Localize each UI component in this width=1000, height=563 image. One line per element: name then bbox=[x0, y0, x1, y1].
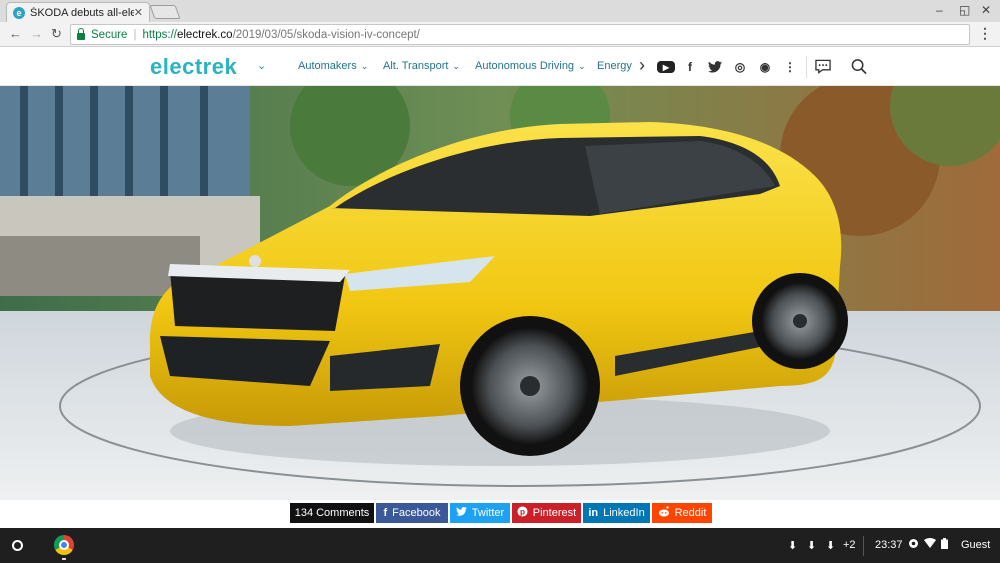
secure-label: Secure bbox=[91, 28, 128, 41]
comments-count-button[interactable]: 134 Comments bbox=[290, 503, 374, 523]
site-header: electrek ⌄ Automakers ⌄ Alt. Transport ⌄ A… bbox=[0, 48, 1000, 86]
share-twitter-label: Twitter bbox=[471, 507, 505, 519]
nav-item-autonomous-driving[interactable]: Autonomous Driving ⌄ bbox=[475, 60, 586, 72]
comments-count-label: 134 Comments bbox=[294, 507, 370, 519]
share-linkedin-label: LinkedIn bbox=[603, 507, 645, 519]
nav-item-label: Alt. Transport bbox=[383, 60, 449, 72]
reddit-icon bbox=[658, 506, 670, 520]
more-options-icon[interactable]: ⋮ bbox=[782, 59, 798, 75]
url-path: /2019/03/05/skoda-vision-iv-concept/ bbox=[232, 28, 420, 41]
wifi-icon[interactable] bbox=[924, 538, 936, 551]
podcast-icon[interactable]: ◉ bbox=[757, 59, 773, 75]
user-name[interactable]: Guest bbox=[961, 539, 990, 551]
share-reddit-button[interactable]: Reddit bbox=[652, 503, 712, 523]
chevron-down-icon: ⌄ bbox=[360, 61, 369, 71]
instagram-icon[interactable]: ◎ bbox=[732, 59, 748, 75]
address-bar[interactable]: Secure | https:// electrek.co /2019/03/0… bbox=[70, 24, 970, 45]
comments-icon[interactable] bbox=[815, 58, 831, 74]
share-facebook-button[interactable]: f Facebook bbox=[376, 503, 448, 523]
svg-text:p: p bbox=[520, 508, 525, 517]
battery-icon[interactable] bbox=[941, 538, 948, 552]
share-facebook-label: Facebook bbox=[392, 507, 441, 519]
electrek-logo[interactable]: electrek bbox=[150, 54, 237, 80]
new-tab-button[interactable] bbox=[149, 5, 181, 19]
share-pinterest-button[interactable]: p Pinterest bbox=[512, 503, 581, 523]
download-icon[interactable]: ⬇ bbox=[807, 539, 816, 552]
pinterest-icon: p bbox=[517, 506, 528, 520]
facebook-icon: f bbox=[383, 507, 388, 519]
tab-strip: e ŠKODA debuts all-electric ✕ – ◱ ✕ bbox=[0, 0, 1000, 22]
running-indicator bbox=[62, 558, 66, 560]
chevron-down-icon: ⌄ bbox=[452, 61, 460, 71]
chrome-app-icon[interactable] bbox=[54, 535, 74, 555]
twitter-icon[interactable] bbox=[707, 59, 723, 75]
tab-title: ŠKODA debuts all-electric bbox=[30, 6, 134, 19]
browser-tab[interactable]: e ŠKODA debuts all-electric ✕ bbox=[6, 2, 150, 22]
nav-item-label: Autonomous Driving bbox=[475, 60, 575, 72]
url-scheme: https:// bbox=[142, 28, 177, 41]
share-reddit-label: Reddit bbox=[674, 507, 707, 519]
os-shelf: ⬇ ⬇ ⬇ +2 23:37 Guest bbox=[0, 528, 1000, 563]
tab-close-icon[interactable]: ✕ bbox=[134, 6, 143, 19]
hero-car-image bbox=[0, 86, 1000, 500]
browser-toolbar: ← → ↻ Secure | https:// electrek.co /201… bbox=[0, 22, 1000, 47]
share-twitter-button[interactable]: Twitter bbox=[450, 503, 510, 523]
electrek-favicon-icon: e bbox=[13, 6, 25, 19]
share-linkedin-button[interactable]: in LinkedIn bbox=[583, 503, 650, 523]
nav-more-icon[interactable]: › bbox=[639, 55, 645, 76]
nav-item-automakers[interactable]: Automakers ⌄ bbox=[298, 60, 368, 72]
reload-icon[interactable]: ↻ bbox=[51, 26, 62, 42]
twitter-icon bbox=[455, 507, 467, 519]
share-pinterest-label: Pinterest bbox=[532, 507, 577, 519]
notification-overflow-count[interactable]: +2 bbox=[843, 539, 856, 551]
car-photo-icon bbox=[0, 86, 1000, 500]
chevron-down-icon: ⌄ bbox=[578, 61, 586, 71]
browser-menu-icon[interactable]: ⋮ bbox=[978, 25, 992, 42]
linkedin-icon: in bbox=[588, 507, 599, 519]
window-close-icon[interactable]: ✕ bbox=[981, 3, 991, 17]
nav-item-label: Energy bbox=[597, 60, 632, 72]
nav-item-label: Automakers bbox=[298, 60, 357, 72]
launcher-icon[interactable] bbox=[12, 540, 23, 551]
download-icon[interactable]: ⬇ bbox=[826, 539, 835, 552]
logo-menu-chevron-icon[interactable]: ⌄ bbox=[257, 59, 266, 72]
clock[interactable]: 23:37 bbox=[875, 539, 903, 551]
tray-divider bbox=[863, 536, 864, 556]
nav-item-alt-transport[interactable]: Alt. Transport ⌄ bbox=[383, 60, 460, 72]
youtube-icon[interactable]: ▶ bbox=[657, 61, 675, 73]
search-icon[interactable] bbox=[851, 58, 867, 74]
network-settings-icon[interactable] bbox=[908, 538, 919, 552]
forward-icon[interactable]: → bbox=[30, 26, 43, 41]
nav-item-energy[interactable]: Energy bbox=[597, 60, 632, 72]
lock-icon bbox=[77, 27, 85, 40]
url-host: electrek.co bbox=[176, 28, 233, 41]
address-divider: | bbox=[133, 28, 137, 41]
back-icon[interactable]: ← bbox=[9, 26, 22, 41]
facebook-icon[interactable]: f bbox=[682, 59, 698, 75]
download-icon[interactable]: ⬇ bbox=[788, 539, 797, 552]
header-divider bbox=[806, 56, 807, 78]
maximize-icon[interactable]: ◱ bbox=[959, 3, 970, 17]
minimize-icon[interactable]: – bbox=[936, 3, 943, 17]
